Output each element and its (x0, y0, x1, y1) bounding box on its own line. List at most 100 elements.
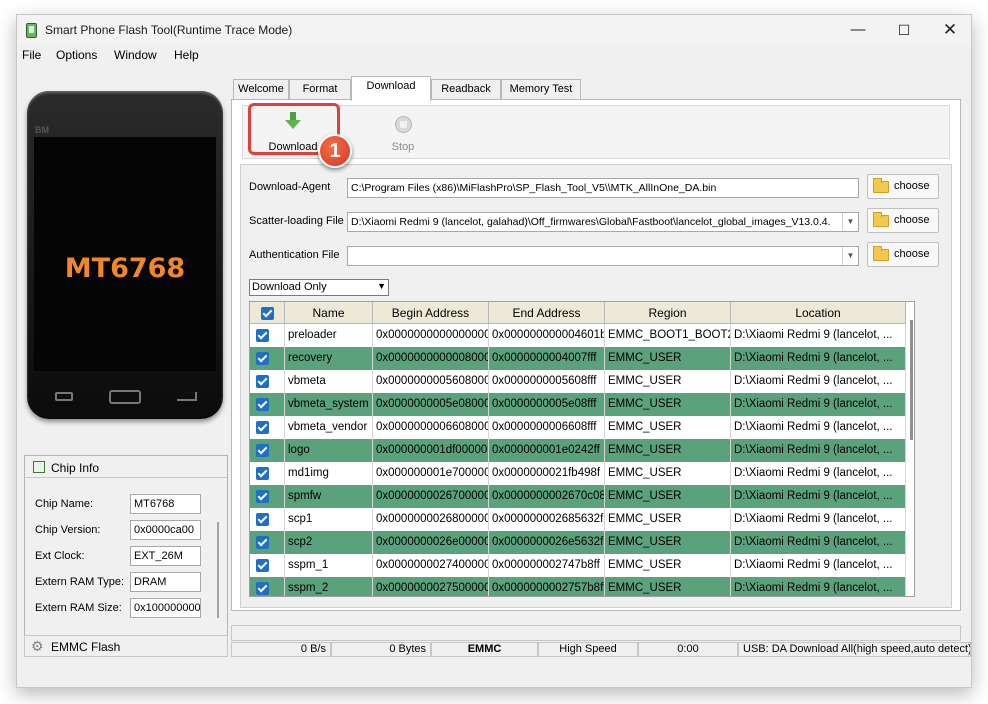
col-name[interactable]: Name (285, 302, 373, 324)
auth-file-combo[interactable]: ▼ (347, 246, 859, 266)
row-checkbox[interactable] (256, 398, 269, 411)
cell-name: preloader (285, 324, 373, 347)
select-all-checkbox[interactable] (261, 307, 274, 320)
stop-button[interactable]: Stop (378, 108, 428, 156)
row-checkbox-cell[interactable] (250, 370, 285, 393)
table-row[interactable]: scp1 0x0000000026800000 0x000000002685632f… (250, 508, 906, 531)
row-checkbox-cell[interactable] (250, 485, 285, 508)
row-checkbox[interactable] (256, 559, 269, 572)
cell-begin: 0x0000000027500000 (373, 577, 489, 596)
phone-chip-label: MT6768 (64, 253, 186, 284)
row-checkbox[interactable] (256, 536, 269, 549)
col-end-address[interactable]: End Address (489, 302, 605, 324)
chip-info-scrollbar[interactable] (217, 522, 219, 618)
close-button[interactable]: ✕ (927, 15, 973, 45)
tab-format[interactable]: Format (289, 79, 351, 100)
table-row[interactable]: vbmeta_system 0x0000000005e08000 0x0000000… (250, 393, 906, 416)
row-checkbox-cell[interactable] (250, 393, 285, 416)
tab-welcome[interactable]: Welcome (233, 79, 289, 100)
choose-auth-button[interactable]: choose (867, 242, 939, 267)
col-region[interactable]: Region (605, 302, 731, 324)
cell-region: EMMC_USER (605, 462, 731, 485)
row-checkbox[interactable] (256, 444, 269, 457)
row-checkbox[interactable] (256, 375, 269, 388)
download-agent-field[interactable]: C:\Program Files (x86)\MiFlashPro\SP_Fla… (347, 178, 859, 198)
col-location[interactable]: Location (731, 302, 906, 324)
tab-download[interactable]: Download (351, 76, 431, 101)
row-checkbox-cell[interactable] (250, 324, 285, 347)
row-checkbox[interactable] (256, 329, 269, 342)
cell-region: EMMC_BOOT1_BOOT2 (605, 324, 731, 347)
download-mode-select[interactable]: Download Only ▼ (249, 279, 389, 296)
col-begin-address[interactable]: Begin Address (373, 302, 489, 324)
row-checkbox[interactable] (256, 421, 269, 434)
download-form: Download-Agent C:\Program Files (x86)\Mi… (240, 164, 952, 608)
menu-file[interactable]: File (22, 48, 41, 62)
table-row[interactable]: vbmeta 0x0000000005608000 0x0000000005608f… (250, 370, 906, 393)
table-row[interactable]: preloader 0x0000000000000000 0x00000000000… (250, 324, 906, 347)
menu-options[interactable]: Options (56, 48, 97, 62)
row-checkbox-cell[interactable] (250, 416, 285, 439)
cell-begin: 0x0000000000008000 (373, 347, 489, 370)
folder-icon (873, 178, 889, 193)
chip-info-header[interactable]: Chip Info (25, 456, 227, 478)
ram-size-label: Extern RAM Size: (35, 602, 122, 614)
table-row[interactable]: logo 0x000000001df00000 0x000000001e0242ff… (250, 439, 906, 462)
cell-location: D:\Xiaomi Redmi 9 (lancelot, ... (731, 324, 906, 347)
cell-location: D:\Xiaomi Redmi 9 (lancelot, ... (731, 393, 906, 416)
cell-begin: 0x000000001e700000 (373, 462, 489, 485)
row-checkbox[interactable] (256, 513, 269, 526)
stop-label: Stop (391, 141, 415, 153)
cell-name: scp2 (285, 531, 373, 554)
choose-scatter-button[interactable]: choose (867, 208, 939, 233)
table-row[interactable]: md1img 0x000000001e700000 0x0000000021fb49… (250, 462, 906, 485)
minimize-button[interactable]: — (835, 15, 881, 45)
row-checkbox[interactable] (256, 352, 269, 365)
ram-size-value: 0x100000000 (130, 598, 201, 618)
table-row[interactable]: recovery 0x0000000000008000 0x000000000400… (250, 347, 906, 370)
cell-location: D:\Xiaomi Redmi 9 (lancelot, ... (731, 416, 906, 439)
maximize-button[interactable]: ☐ (881, 15, 927, 45)
tab-memory-test[interactable]: Memory Test (501, 79, 581, 100)
menu-window[interactable]: Window (114, 48, 157, 62)
select-all-header[interactable] (250, 302, 285, 324)
ext-clock-label: Ext Clock: (35, 550, 85, 562)
chip-info-title: Chip Info (51, 461, 100, 475)
row-checkbox-cell[interactable] (250, 531, 285, 554)
table-scrollbar[interactable] (910, 320, 913, 440)
row-checkbox-cell[interactable] (250, 577, 285, 596)
emmc-flash-panel[interactable]: ⚙ EMMC Flash (24, 635, 228, 657)
chip-version-label: Chip Version: (35, 524, 101, 536)
cell-name: recovery (285, 347, 373, 370)
step-number-badge: 1 (318, 134, 352, 168)
row-checkbox[interactable] (256, 467, 269, 480)
cell-location: D:\Xiaomi Redmi 9 (lancelot, ... (731, 554, 906, 577)
chevron-down-icon[interactable]: ▼ (842, 247, 858, 265)
cell-location: D:\Xiaomi Redmi 9 (lancelot, ... (731, 370, 906, 393)
chip-info-panel: Chip Info Chip Name: MT6768 Chip Version… (24, 455, 228, 640)
scatter-file-combo[interactable]: D:\Xiaomi Redmi 9 (lancelot, galahad)\Of… (347, 212, 859, 232)
row-checkbox[interactable] (256, 582, 269, 595)
table-row[interactable]: sspm_2 0x0000000027500000 0x0000000002757b… (250, 577, 906, 596)
status-time: 0:00 (638, 642, 738, 657)
choose-download-agent-button[interactable]: choose (867, 174, 939, 199)
row-checkbox-cell[interactable] (250, 439, 285, 462)
status-bar: 0 B/s 0 Bytes EMMC High Speed 0:00 USB: … (231, 625, 973, 657)
tab-readback[interactable]: Readback (431, 79, 501, 100)
table-row[interactable]: vbmeta_vendor 0x0000000006608000 0x0000000… (250, 416, 906, 439)
table-row[interactable]: spmfw 0x0000000026700000 0x0000000002670c0… (250, 485, 906, 508)
table-row[interactable]: scp2 0x0000000026e00000 0x0000000026e5632f… (250, 531, 906, 554)
row-checkbox-cell[interactable] (250, 347, 285, 370)
row-checkbox-cell[interactable] (250, 462, 285, 485)
cell-location: D:\Xiaomi Redmi 9 (lancelot, ... (731, 485, 906, 508)
chevron-down-icon[interactable]: ▼ (842, 213, 858, 231)
table-row[interactable]: sspm_1 0x0000000027400000 0x000000002747b8… (250, 554, 906, 577)
row-checkbox[interactable] (256, 490, 269, 503)
menu-help[interactable]: Help (174, 48, 199, 62)
row-checkbox-cell[interactable] (250, 508, 285, 531)
app-window: Smart Phone Flash Tool(Runtime Trace Mod… (16, 14, 972, 688)
stop-icon (395, 116, 412, 133)
menu-bar: File Options Window Help (17, 45, 971, 67)
row-checkbox-cell[interactable] (250, 554, 285, 577)
download-tab-panel: Download Stop 1 Download-Agent C:\Progra… (231, 99, 961, 611)
